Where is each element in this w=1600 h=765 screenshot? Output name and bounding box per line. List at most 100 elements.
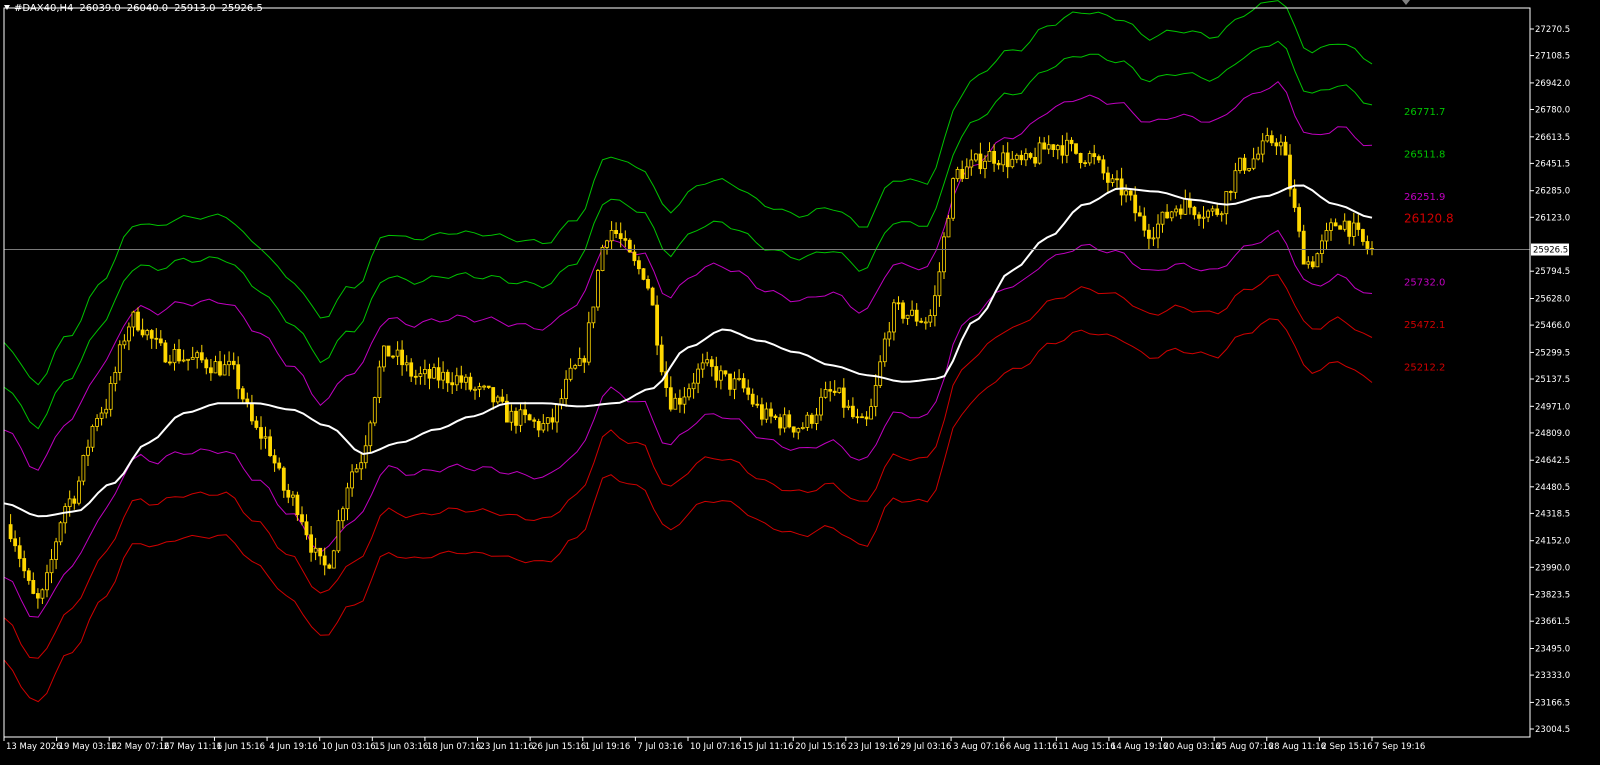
candle-body <box>286 489 291 498</box>
candle-body <box>140 329 145 336</box>
candle-body <box>222 364 227 376</box>
candle-body <box>354 468 359 473</box>
candle-body <box>149 330 154 339</box>
candle-body <box>26 570 31 581</box>
candle-body <box>81 454 86 482</box>
candle-body <box>1206 210 1210 218</box>
candle-body <box>573 365 578 369</box>
candle-body <box>659 344 664 373</box>
x-tick-label: 19 May 03:16 <box>59 742 117 752</box>
candle-body <box>1101 159 1106 174</box>
candle-body <box>63 506 68 524</box>
candle-body <box>723 370 728 375</box>
candle-body <box>760 404 764 420</box>
symbol-header[interactable]: #DAX40,H4 26039.0 26040.0 25913.0 25926.5 <box>4 3 263 14</box>
candle-body <box>108 383 113 410</box>
candle-body <box>1329 222 1333 231</box>
candle-body <box>154 337 159 340</box>
candle-body <box>1124 190 1128 196</box>
candle-body <box>655 304 659 346</box>
candle-body <box>327 564 332 569</box>
candle-body <box>568 367 573 380</box>
candle-body <box>1224 191 1229 215</box>
chart-shift-triangle-icon[interactable] <box>1402 0 1410 5</box>
candle-body <box>696 368 700 384</box>
x-tick-label: 25 Aug 07:16 <box>1216 742 1273 752</box>
candle-body <box>54 541 58 560</box>
candle-body <box>1160 211 1165 225</box>
y-tick-label: 26613.5 <box>1535 133 1570 143</box>
candle-body <box>72 498 77 504</box>
candle-body <box>860 416 864 419</box>
candle-body <box>773 415 778 419</box>
x-tick-label: 4 Jun 19:16 <box>269 742 318 752</box>
candle-body <box>901 302 905 319</box>
candle-body <box>596 270 600 308</box>
candle-body <box>1033 156 1037 164</box>
candle-body <box>983 160 987 170</box>
candle-body <box>304 521 309 536</box>
candle-body <box>1351 222 1356 237</box>
candle-body <box>190 357 195 360</box>
candle-body <box>864 416 869 420</box>
y-tick-label: 24809.0 <box>1535 429 1570 439</box>
candle-body <box>732 378 737 390</box>
candle-body <box>1092 153 1097 158</box>
candle-body <box>942 236 946 273</box>
candle-body <box>318 547 323 557</box>
candle-body <box>1192 206 1197 216</box>
candle-body <box>800 426 805 429</box>
band-value-label: 25472.1 <box>1404 320 1445 331</box>
candle-body <box>381 345 386 368</box>
candle-body <box>787 414 792 428</box>
candle-body <box>177 348 181 362</box>
candle-body <box>1228 191 1233 193</box>
candle-body <box>441 371 446 381</box>
candle-body <box>709 359 714 367</box>
candle-body <box>277 462 282 469</box>
chart-window[interactable]: 26771.7 26511.8 26251.9 26120.8 25732.0 25472… <box>0 0 1600 765</box>
y-tick-label: 23495.0 <box>1535 645 1570 655</box>
price-chart[interactable]: 26771.7 26511.8 26251.9 26120.8 25732.0 25472… <box>0 0 1600 765</box>
y-tick-label: 24971.0 <box>1535 402 1570 412</box>
candle-body <box>1133 194 1138 214</box>
candle-body <box>810 414 814 424</box>
candle-body <box>1315 253 1320 268</box>
band-value-label: 26511.8 <box>1404 149 1445 160</box>
candle-body <box>49 559 54 574</box>
x-tick-label: 28 Aug 11:16 <box>1269 742 1326 752</box>
candle-body <box>518 409 523 426</box>
candle-body <box>36 593 40 599</box>
candle-body <box>186 358 191 361</box>
candle-body <box>218 361 222 376</box>
candle-body <box>409 362 414 377</box>
candle-body <box>632 251 637 262</box>
candle-body <box>1037 142 1042 164</box>
candle-body <box>550 417 555 423</box>
candle-body <box>1024 153 1028 161</box>
candle-body <box>432 367 436 379</box>
candle-body <box>422 368 427 375</box>
candle-body <box>555 404 559 423</box>
candle-body <box>117 344 122 373</box>
candle-body <box>1256 153 1261 160</box>
candle-body <box>259 427 263 439</box>
candle-body <box>486 385 491 388</box>
candle-body <box>227 360 232 366</box>
candle-body <box>181 359 186 362</box>
candle-body <box>814 414 819 424</box>
y-tick-label: 23166.5 <box>1535 698 1570 708</box>
candle-body <box>1096 156 1101 161</box>
candle-body <box>919 320 924 323</box>
x-tick-label: 22 May 07:16 <box>111 742 169 752</box>
candle-body <box>1242 157 1247 171</box>
candle-body <box>609 229 614 242</box>
ohlc-high: 26040.0 <box>126 3 169 14</box>
candle-body <box>468 376 473 390</box>
y-tick-label: 27270.5 <box>1535 25 1570 35</box>
candle-body <box>796 428 801 433</box>
y-tick-label: 24318.5 <box>1535 509 1570 519</box>
candle-body <box>445 371 450 384</box>
dropdown-triangle-icon[interactable] <box>4 5 10 10</box>
y-tick-label: 26942.0 <box>1535 79 1570 89</box>
